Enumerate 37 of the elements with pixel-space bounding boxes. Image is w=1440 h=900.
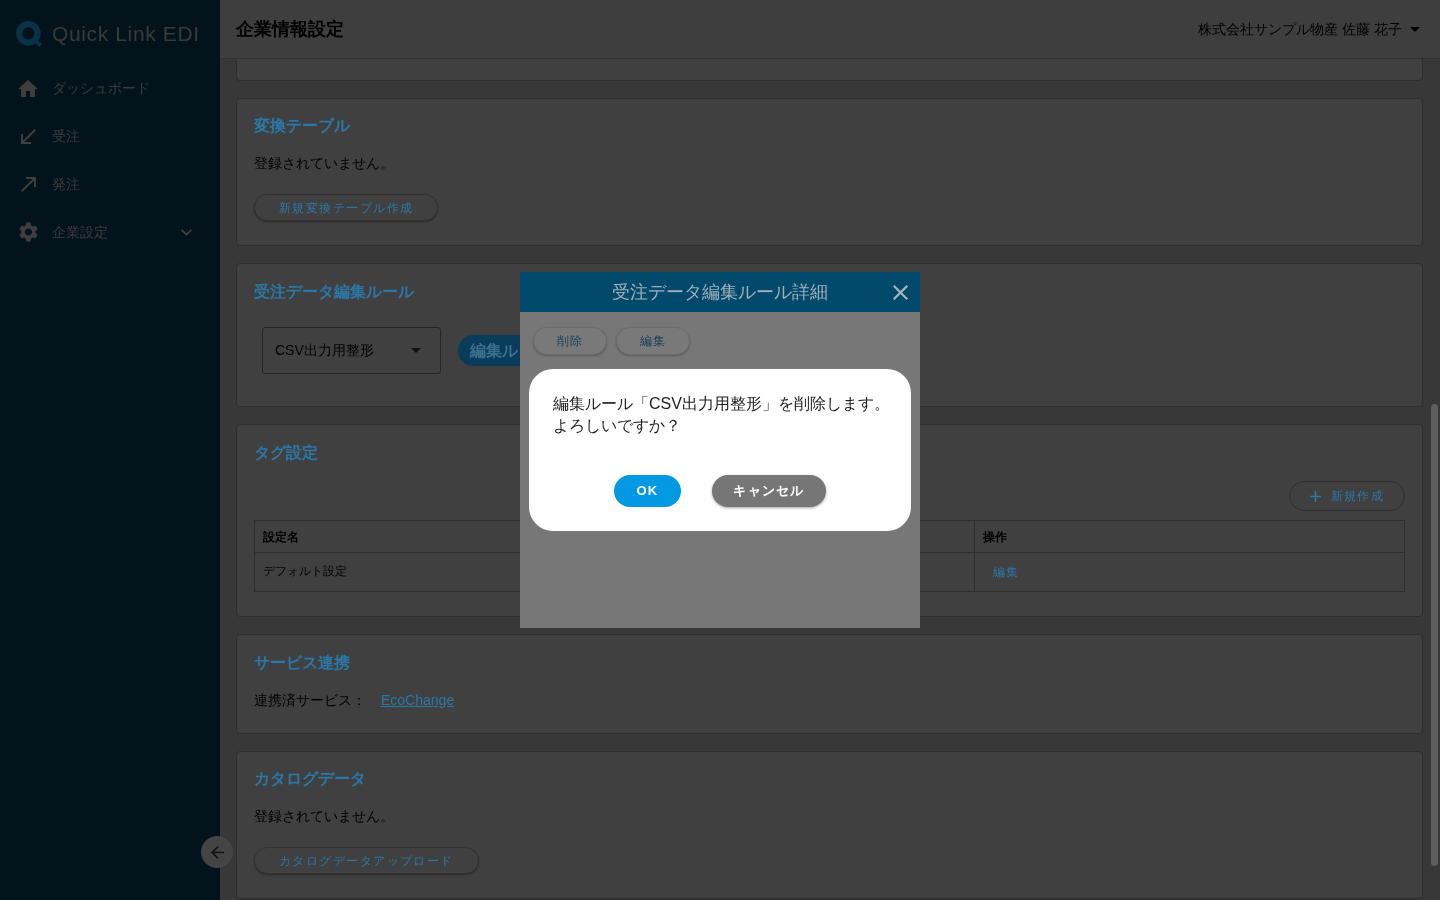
service-link[interactable]: EcoChange — [381, 690, 455, 710]
column-header: 設定名 — [262, 528, 300, 546]
user-menu[interactable]: 株式会社サンプル物産 佐藤 花子 — [1198, 18, 1420, 40]
arrow-left-icon — [210, 845, 224, 859]
modal-action-button[interactable]: 削除 — [533, 327, 607, 355]
home-icon — [18, 79, 38, 97]
close-button[interactable] — [893, 285, 908, 300]
ok-button[interactable]: OK — [614, 475, 681, 507]
plus-icon — [1310, 490, 1322, 502]
service-label: 連携済サービス： — [254, 691, 366, 710]
section-title: サービス連携 — [254, 653, 350, 673]
edit-link[interactable]: 編集 — [993, 563, 1020, 581]
empty-message: 登録されていません。 — [254, 154, 394, 173]
arrow-up-right-icon — [20, 176, 36, 192]
outline-button[interactable]: 新規変換テーブル作成 — [254, 194, 439, 221]
empty-message: 登録されていません。 — [254, 807, 394, 826]
caret-icon — [1410, 26, 1420, 32]
confirm-message: よろしいですか？ — [553, 416, 681, 436]
section-title: 変換テーブル — [254, 116, 350, 136]
confirm-message: 編集ルール「CSV出力用整形」を削除します。 — [553, 394, 890, 414]
column-header: 操作 — [974, 521, 1404, 552]
logo-icon — [16, 21, 42, 47]
close-icon — [893, 285, 908, 300]
rule-select[interactable]: CSV出力用整形 — [262, 327, 441, 374]
section-title: カタログデータ — [254, 769, 366, 789]
section-title: タグ設定 — [254, 443, 318, 463]
outline-button[interactable]: カタログデータアップロード — [254, 847, 479, 874]
arrow-down-left-icon — [20, 128, 36, 144]
section-title: 受注データ編集ルール — [254, 282, 414, 302]
modal-title: 受注データ編集ルール詳細 — [612, 280, 828, 304]
collapse-sidebar-button[interactable] — [201, 836, 233, 868]
settings-icon — [18, 222, 38, 242]
page-title: 企業情報設定 — [236, 17, 344, 41]
cancel-button[interactable]: キャンセル — [712, 475, 826, 507]
modal-action-button[interactable]: 編集 — [616, 327, 690, 355]
dropdown-caret-icon — [411, 348, 421, 353]
new-button[interactable]: 新規作成 — [1289, 481, 1405, 511]
